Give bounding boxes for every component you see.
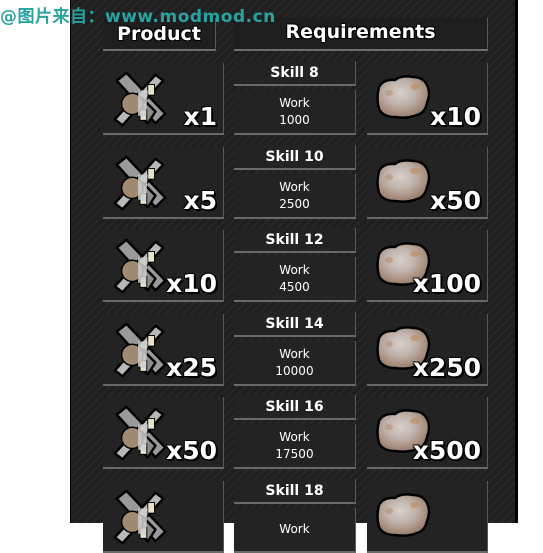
product-quantity: x1 — [183, 102, 217, 131]
skill-label: Skill 14 — [265, 315, 324, 332]
skill-label: Skill 16 — [265, 398, 324, 415]
work-value: 10000 — [275, 363, 314, 378]
product-slot[interactable]: x1 — [103, 63, 224, 135]
material-slot[interactable]: x50 — [367, 147, 488, 219]
skill-requirement: Skill 12 — [234, 228, 356, 253]
work-requirement: Work 10000 — [234, 341, 356, 386]
skill-label: Skill 12 — [265, 231, 324, 248]
skill-requirement: Skill 8 — [234, 61, 356, 86]
product-slot[interactable]: x10 — [103, 230, 224, 302]
work-label: Work — [279, 522, 310, 536]
product-slot[interactable] — [103, 481, 224, 553]
skill-label: Skill 18 — [265, 482, 324, 499]
skill-label: Skill 10 — [265, 148, 324, 165]
material-quantity: x250 — [412, 353, 481, 382]
watermark: @图片来自：www.modmod.cn — [0, 7, 276, 27]
work-value: 1000 — [279, 112, 310, 127]
recipe-row: x10 Skill 12 Work 4500 x100 — [0, 222, 543, 302]
work-requirement: Work 17500 — [234, 424, 356, 469]
work-label: Work — [279, 95, 310, 110]
windmill-icon — [113, 155, 167, 211]
windmill-icon — [113, 71, 167, 127]
product-quantity: x10 — [166, 269, 217, 298]
recipe-row: Skill 18 Work — [0, 473, 543, 553]
work-label: Work — [279, 346, 310, 361]
product-slot[interactable]: x50 — [103, 397, 224, 469]
product-quantity: x50 — [166, 436, 217, 465]
windmill-icon — [113, 489, 167, 545]
product-slot[interactable]: x5 — [103, 147, 224, 219]
work-value: 2500 — [279, 196, 310, 211]
material-slot[interactable]: x10 — [367, 63, 488, 135]
product-quantity: x5 — [183, 186, 217, 215]
material-slot[interactable]: x250 — [367, 314, 488, 386]
skill-requirement: Skill 14 — [234, 312, 356, 337]
stone-chunk-icon — [376, 159, 431, 203]
skill-requirement: Skill 10 — [234, 145, 356, 170]
material-slot[interactable]: x100 — [367, 230, 488, 302]
work-label: Work — [279, 262, 310, 277]
material-quantity: x50 — [430, 186, 481, 215]
material-quantity: x100 — [412, 269, 481, 298]
recipe-row: x1 Skill 8 Work 1000 x10 — [0, 55, 543, 135]
product-quantity: x25 — [166, 353, 217, 382]
work-value: 4500 — [279, 279, 310, 294]
windmill-icon — [113, 322, 167, 378]
skill-requirement: Skill 18 — [234, 479, 356, 504]
material-slot[interactable] — [367, 481, 488, 553]
skill-label: Skill 8 — [270, 64, 319, 81]
skill-requirement: Skill 16 — [234, 395, 356, 420]
material-quantity: x10 — [430, 102, 481, 131]
windmill-icon — [113, 238, 167, 294]
recipe-row: x50 Skill 16 Work 17500 x500 — [0, 389, 543, 469]
work-label: Work — [279, 429, 310, 444]
work-value: 17500 — [275, 446, 314, 461]
work-requirement: Work — [234, 508, 356, 553]
material-slot[interactable]: x500 — [367, 397, 488, 469]
work-requirement: Work 1000 — [234, 90, 356, 135]
work-label: Work — [279, 179, 310, 194]
work-requirement: Work 2500 — [234, 174, 356, 219]
work-requirement: Work 4500 — [234, 257, 356, 302]
product-slot[interactable]: x25 — [103, 314, 224, 386]
stone-chunk-icon — [376, 75, 431, 119]
stone-chunk-icon — [376, 493, 431, 537]
windmill-icon — [113, 405, 167, 461]
recipe-row: x5 Skill 10 Work 2500 x50 — [0, 139, 543, 219]
recipe-row: x25 Skill 14 Work 10000 x250 — [0, 306, 543, 386]
material-quantity: x500 — [412, 436, 481, 465]
